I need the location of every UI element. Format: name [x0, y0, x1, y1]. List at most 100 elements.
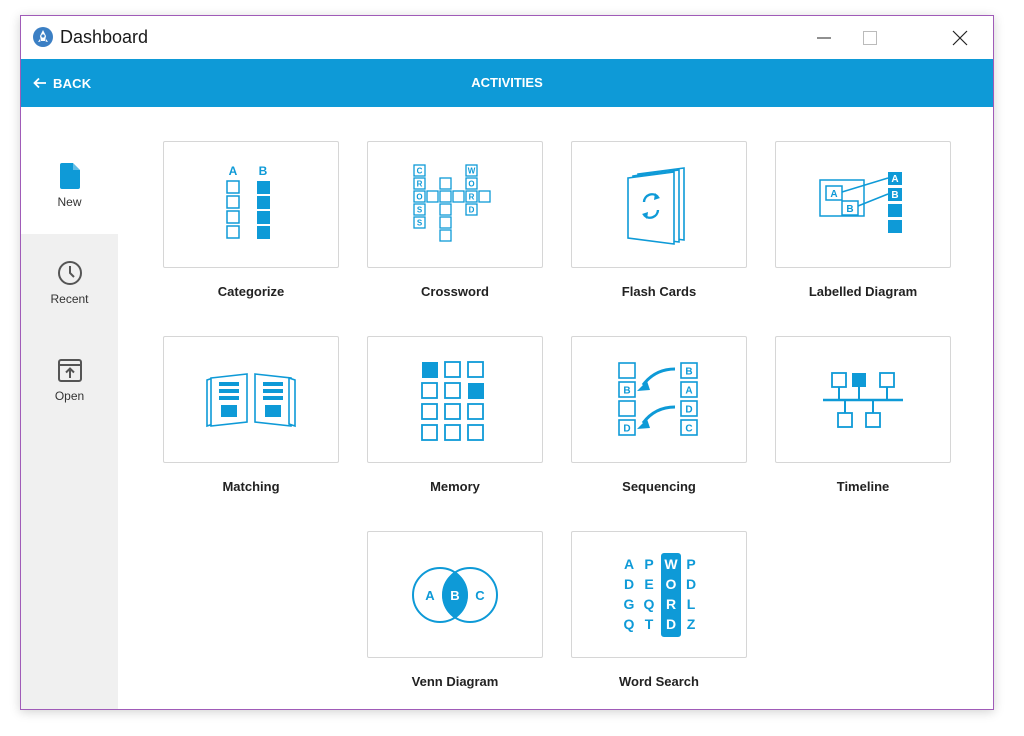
activity-card: C R O S S W O R D — [367, 141, 543, 268]
activity-card — [163, 336, 339, 463]
svg-text:O: O — [666, 576, 677, 592]
clock-icon — [57, 260, 82, 285]
activity-label: Categorize — [217, 284, 285, 299]
activity-label: Sequencing — [622, 479, 696, 494]
svg-text:P: P — [686, 556, 695, 572]
activity-label: Matching — [222, 479, 280, 494]
activity-card: A B — [163, 141, 339, 268]
svg-text:D: D — [686, 576, 696, 592]
open-folder-icon — [57, 358, 82, 382]
svg-text:C: C — [685, 423, 692, 434]
activity-venn-diagram[interactable]: A B C Venn Diagram — [367, 531, 543, 689]
svg-text:A: A — [685, 385, 692, 396]
minimize-icon — [817, 37, 831, 39]
svg-text:O: O — [468, 179, 474, 188]
labelled-diagram-icon: A B A B — [819, 171, 902, 233]
close-icon — [952, 30, 968, 46]
flash-cards-icon — [627, 166, 685, 245]
activity-card — [367, 336, 543, 463]
svg-text:S: S — [417, 205, 423, 214]
sidebar-item-label: New — [57, 194, 82, 209]
svg-text:D: D — [666, 616, 676, 632]
sidebar-item-label: Open — [54, 388, 85, 403]
activity-label: Crossword — [421, 284, 489, 299]
activity-label: Timeline — [836, 479, 890, 494]
svg-text:W: W — [664, 556, 678, 572]
svg-text:L: L — [687, 596, 696, 612]
svg-text:B: B — [891, 190, 898, 201]
sidebar-item-label: Recent — [50, 291, 89, 306]
svg-text:A: A — [229, 165, 238, 178]
svg-text:C: C — [475, 588, 485, 603]
arrow-left-icon — [33, 77, 46, 89]
categorize-icon: A B — [226, 165, 270, 239]
sidebar-item-open[interactable]: Open — [21, 331, 118, 428]
minimize-button[interactable] — [801, 16, 847, 60]
activity-label: Venn Diagram — [411, 674, 499, 689]
activity-card: A B A B — [775, 141, 951, 268]
svg-text:D: D — [469, 205, 475, 214]
activity-label: Flash Cards — [621, 284, 697, 299]
svg-text:E: E — [644, 576, 653, 592]
activity-card — [775, 336, 951, 463]
activity-label: Labelled Diagram — [808, 284, 918, 299]
activity-sequencing[interactable]: B D B A D C Sequencing — [571, 336, 747, 494]
activity-card — [571, 141, 747, 268]
activity-word-search[interactable]: A P P D E D G Q L Q T Z W O R D Word Sea… — [571, 531, 747, 689]
svg-text:W: W — [468, 166, 476, 175]
svg-text:B: B — [623, 385, 630, 396]
matching-icon — [206, 372, 296, 427]
svg-text:C: C — [417, 166, 423, 175]
activity-label: Word Search — [619, 674, 699, 689]
svg-text:G: G — [624, 596, 635, 612]
back-label: BACK — [53, 75, 92, 91]
venn-diagram-icon: A B C — [412, 566, 498, 623]
activity-categorize[interactable]: A B Categorize — [163, 141, 339, 299]
sidebar-item-recent[interactable]: Recent — [21, 234, 118, 331]
svg-text:R: R — [417, 179, 423, 188]
svg-text:D: D — [623, 423, 630, 434]
activity-card: A B C — [367, 531, 543, 658]
crossword-icon: C R O S S W O R D — [413, 163, 491, 242]
svg-text:B: B — [685, 366, 692, 377]
activity-labelled-diagram[interactable]: A B A B Labelled Diagram — [775, 141, 951, 299]
sidebar: New Recent Open — [21, 137, 118, 709]
svg-text:A: A — [624, 556, 634, 572]
svg-text:B: B — [259, 165, 268, 178]
activity-card: A P P D E D G Q L Q T Z W O R D — [571, 531, 747, 658]
sidebar-item-new[interactable]: New — [21, 137, 118, 234]
svg-text:R: R — [469, 192, 475, 201]
svg-text:D: D — [685, 404, 692, 415]
maximize-icon — [863, 31, 877, 45]
activity-flash-cards[interactable]: Flash Cards — [571, 141, 747, 299]
close-button[interactable] — [937, 16, 983, 60]
svg-text:S: S — [417, 218, 423, 227]
svg-text:T: T — [645, 616, 654, 632]
activities-toolbar: ACTIVITIES BACK — [21, 59, 993, 107]
activity-crossword[interactable]: C R O S S W O R D Crossword — [367, 141, 543, 299]
activity-timeline[interactable]: Timeline — [775, 336, 951, 494]
svg-text:A: A — [830, 189, 837, 200]
word-search-icon: A P P D E D G Q L Q T Z W O R D — [624, 552, 696, 637]
activity-matching[interactable]: Matching — [163, 336, 339, 494]
maximize-button[interactable] — [847, 16, 893, 60]
svg-text:B: B — [450, 588, 459, 603]
svg-text:O: O — [416, 192, 422, 201]
activity-memory[interactable]: Memory — [367, 336, 543, 494]
window-title: Dashboard — [60, 27, 149, 47]
new-document-icon — [59, 162, 80, 189]
svg-text:Q: Q — [624, 616, 635, 632]
svg-text:A: A — [425, 588, 435, 603]
dashboard-window: Dashboard ACTIVITIES BACK New Recent Ope… — [20, 15, 994, 710]
memory-icon — [421, 360, 484, 441]
svg-text:P: P — [644, 556, 653, 572]
title-bar: Dashboard — [21, 16, 993, 60]
svg-text:Z: Z — [687, 616, 696, 632]
toolbar-title: ACTIVITIES — [471, 75, 543, 90]
svg-text:Q: Q — [644, 596, 655, 612]
timeline-icon — [823, 371, 903, 428]
back-button[interactable]: BACK — [33, 59, 91, 107]
sequencing-icon: B D B A D C — [618, 361, 698, 436]
activity-label: Memory — [430, 479, 480, 494]
main-content: New Recent Open A B Categorize C R O S S… — [21, 107, 993, 709]
